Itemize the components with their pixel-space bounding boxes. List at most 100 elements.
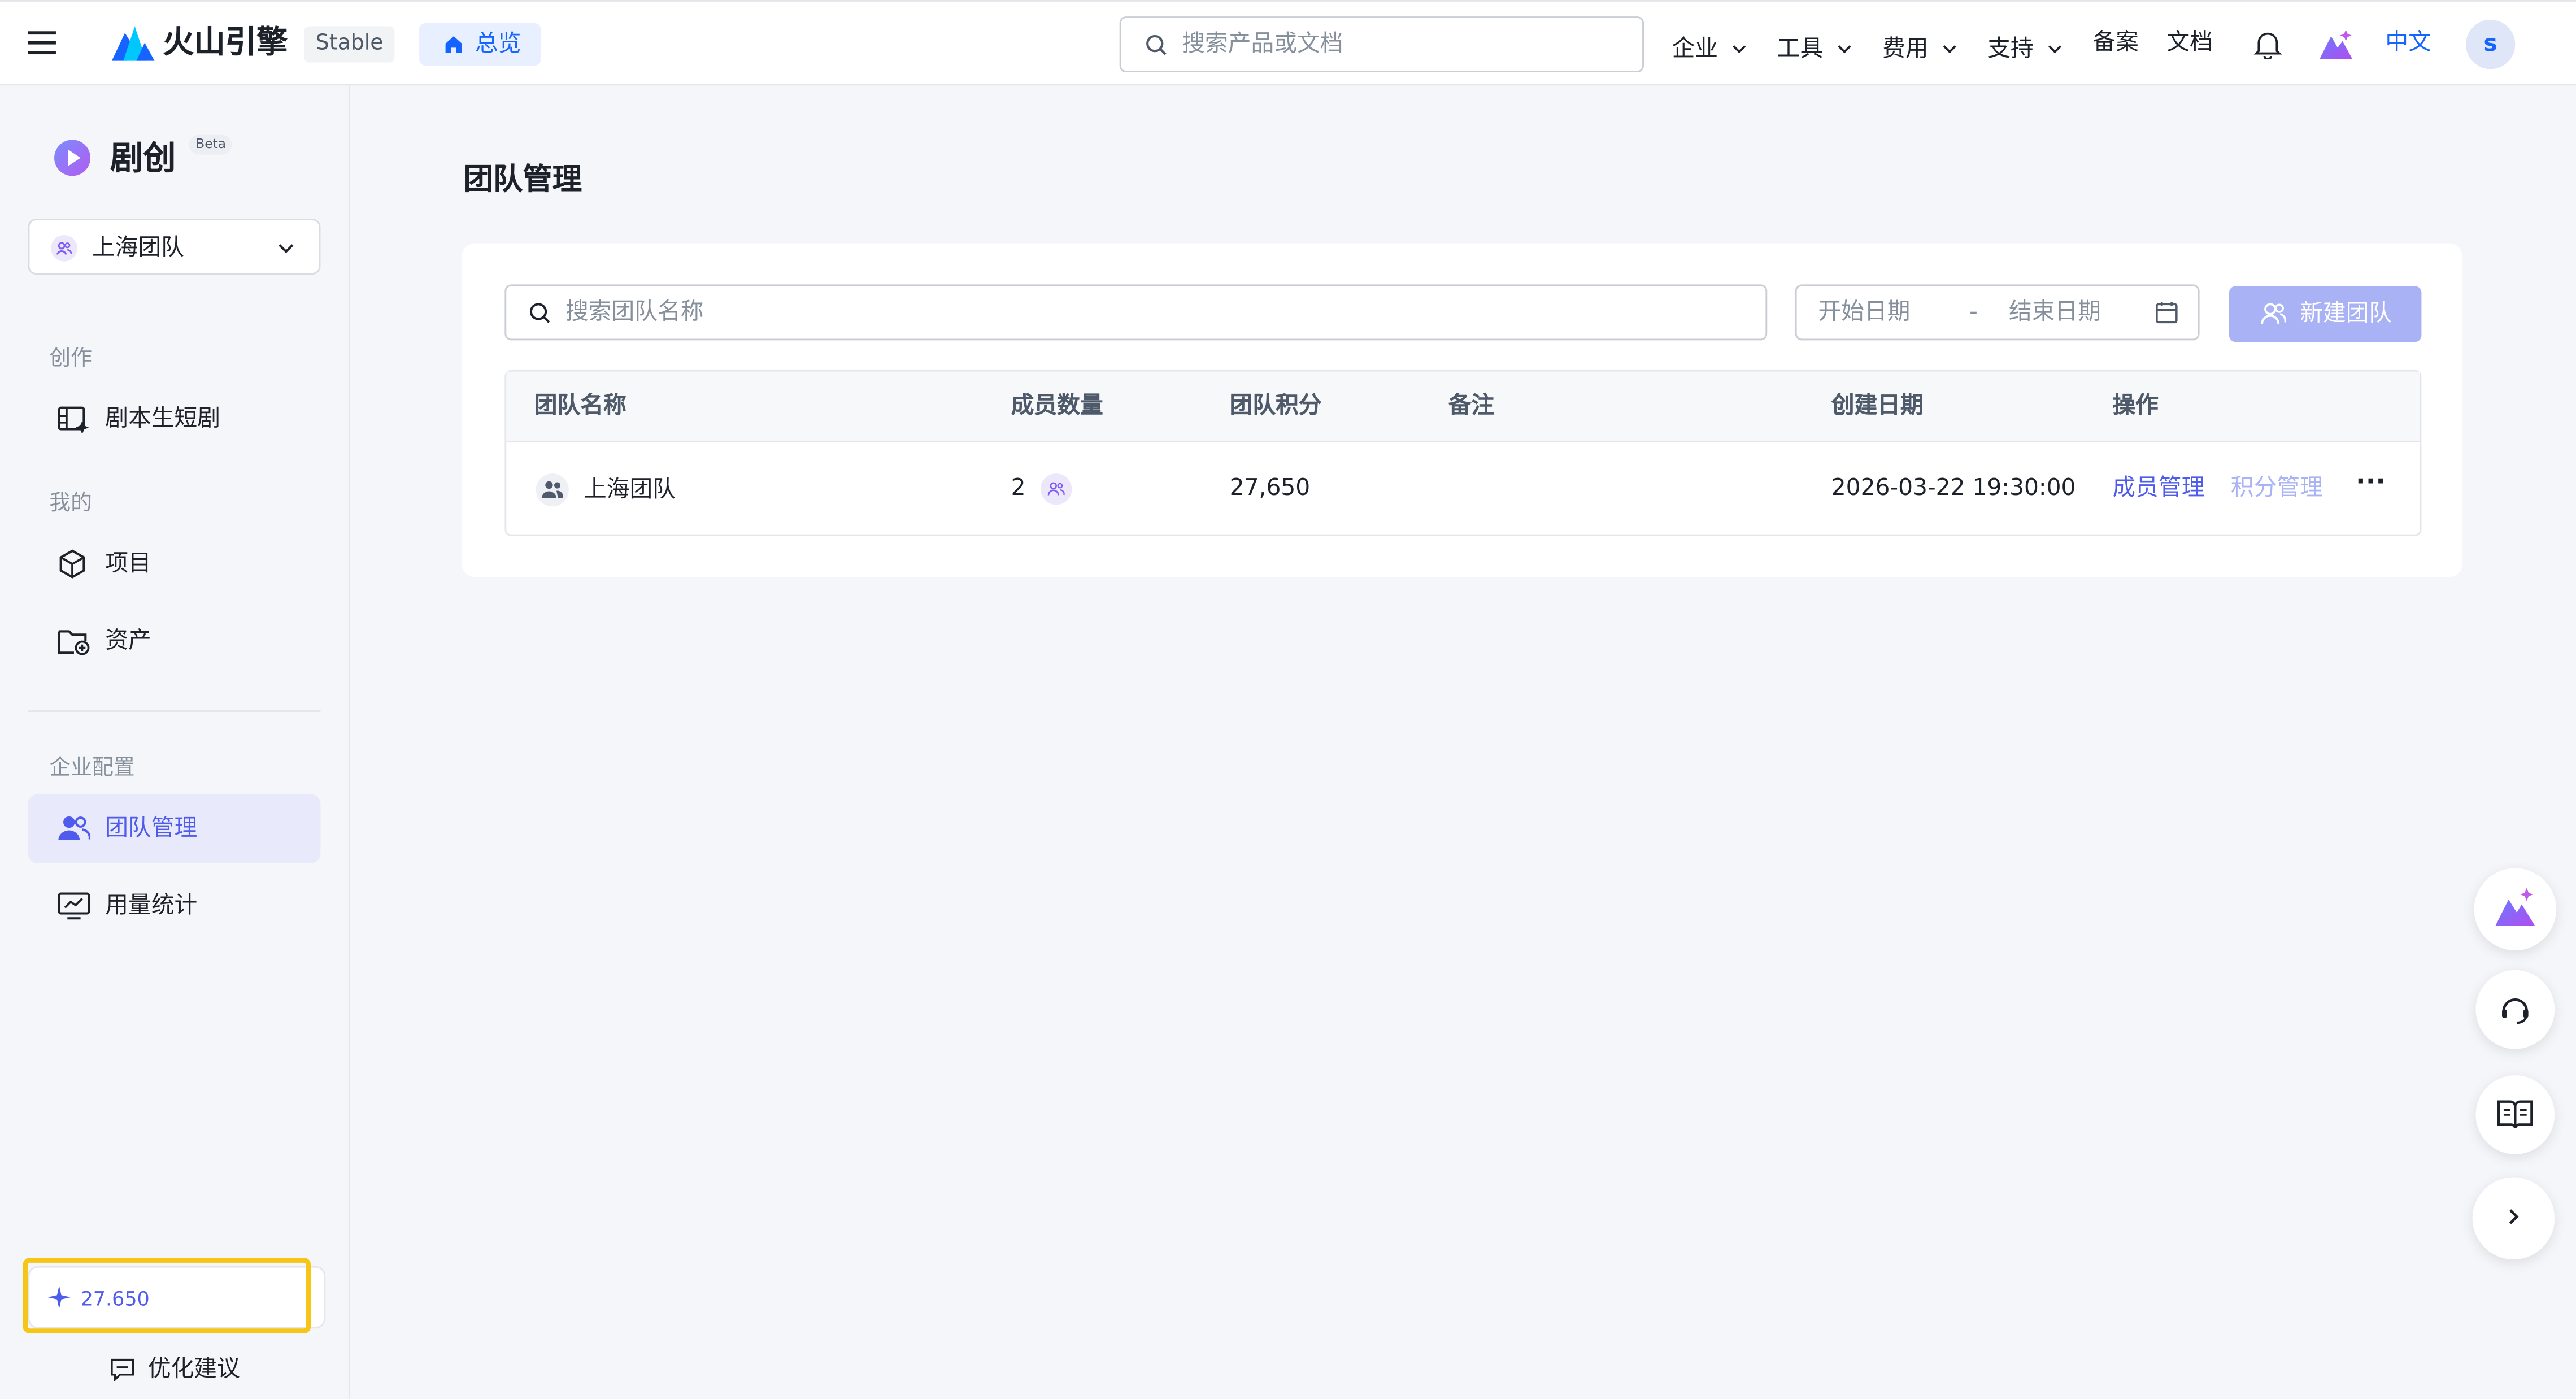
sidebar-item-label: 资产 bbox=[105, 628, 151, 655]
sidebar-item-team-management[interactable]: 团队管理 bbox=[28, 794, 321, 863]
team-users-icon bbox=[58, 814, 91, 843]
member-management-link[interactable]: 成员管理 bbox=[2112, 477, 2204, 500]
team-avatar bbox=[51, 235, 77, 262]
nav-enterprise[interactable]: 企业 bbox=[1672, 31, 1747, 62]
sidebar-item-projects[interactable]: 项目 bbox=[28, 533, 320, 596]
chevron-down-icon bbox=[2047, 40, 2063, 57]
overview-button[interactable]: 总览 bbox=[419, 23, 541, 66]
sidebar-item-script-to-drama[interactable]: 剧本生短剧 bbox=[28, 388, 320, 451]
nav-tools-label: 工具 bbox=[1777, 36, 1824, 63]
nav-support[interactable]: 支持 bbox=[1987, 31, 2063, 62]
team-table: 团队名称 成员数量 团队积分 备注 创建日期 操作 上海团队 2 27,650 … bbox=[504, 370, 2422, 536]
team-row-avatar bbox=[536, 473, 569, 507]
float-support-button[interactable] bbox=[2475, 970, 2555, 1049]
feedback-label: 优化建议 bbox=[147, 1356, 240, 1383]
nav-docs[interactable]: 文档 bbox=[2166, 31, 2212, 54]
headset-icon bbox=[2499, 993, 2531, 1026]
created-date-cell: 2026-03-22 19:30:00 bbox=[1831, 475, 2076, 502]
chevron-right-icon bbox=[2504, 1207, 2523, 1227]
sidebar-item-usage-stats[interactable]: 用量统计 bbox=[28, 875, 320, 937]
nav-filing[interactable]: 备案 bbox=[2092, 31, 2138, 54]
chevron-down-icon bbox=[1731, 40, 1748, 57]
float-docs-button[interactable] bbox=[2475, 1075, 2555, 1154]
chevron-down-icon bbox=[1942, 40, 1958, 57]
nav-enterprise-label: 企业 bbox=[1672, 36, 1718, 63]
nav-tools[interactable]: 工具 bbox=[1777, 31, 1853, 62]
table-row: 上海团队 2 27,650 2026-03-22 19:30:00 成员管理 积… bbox=[506, 442, 2420, 535]
start-date-placeholder[interactable]: 开始日期 bbox=[1818, 301, 1910, 324]
monitor-chart-icon bbox=[58, 891, 90, 920]
column-header-name: 团队名称 bbox=[534, 393, 626, 420]
sidebar-item-label: 项目 bbox=[105, 550, 151, 577]
sidebar: 剧创 Beta 上海团队 创作 剧本生短剧 我的 项目 资产 企业配置 团队管理… bbox=[0, 85, 350, 1399]
nav-billing[interactable]: 费用 bbox=[1882, 31, 1958, 62]
feedback-icon bbox=[110, 1358, 135, 1381]
section-enterprise: 企业配置 bbox=[49, 756, 135, 781]
end-date-placeholder[interactable]: 结束日期 bbox=[2009, 301, 2101, 324]
column-header-note: 备注 bbox=[1448, 393, 1495, 420]
sidebar-item-label: 剧本生短剧 bbox=[105, 406, 220, 433]
section-create: 创作 bbox=[49, 347, 93, 372]
home-icon bbox=[444, 34, 464, 54]
ai-assistant-icon[interactable] bbox=[2318, 27, 2354, 63]
sidebar-item-label: 用量统计 bbox=[105, 893, 198, 919]
folder-plus-icon bbox=[58, 627, 90, 656]
cube-icon bbox=[58, 549, 87, 579]
global-search-input[interactable]: 搜索产品或文档 bbox=[1119, 16, 1644, 73]
film-icon bbox=[58, 405, 90, 435]
beta-badge: Beta bbox=[189, 134, 233, 155]
team-select-value: 上海团队 bbox=[92, 235, 184, 262]
volcengine-logo-icon[interactable] bbox=[111, 23, 155, 63]
team-card: 搜索团队名称 开始日期 - 结束日期 新建团队 团队名称 成员数量 团队积分 备… bbox=[462, 243, 2463, 577]
team-search-input[interactable]: 搜索团队名称 bbox=[504, 284, 1768, 341]
language-switch[interactable]: 中文 bbox=[2385, 31, 2431, 54]
book-icon bbox=[2497, 1098, 2533, 1131]
team-search-placeholder: 搜索团队名称 bbox=[565, 299, 704, 326]
float-expand-button[interactable] bbox=[2472, 1177, 2555, 1260]
chevron-down-icon bbox=[276, 238, 296, 258]
sidebar-item-assets[interactable]: 资产 bbox=[28, 610, 320, 673]
user-avatar[interactable]: s bbox=[2466, 19, 2516, 69]
app-logo-icon bbox=[53, 138, 92, 177]
date-range-picker[interactable]: 开始日期 - 结束日期 bbox=[1795, 284, 2200, 341]
column-header-members: 成员数量 bbox=[1011, 393, 1103, 420]
users-icon bbox=[1047, 482, 1065, 496]
page-title: 团队管理 bbox=[463, 163, 582, 198]
column-header-points: 团队积分 bbox=[1229, 393, 1322, 420]
chevron-down-icon bbox=[1837, 40, 1853, 57]
users-icon bbox=[56, 242, 72, 255]
column-header-created: 创建日期 bbox=[1831, 393, 1924, 420]
app-name: 剧创 bbox=[110, 138, 176, 178]
calendar-icon bbox=[2155, 301, 2178, 324]
more-actions-button[interactable]: ··· bbox=[2356, 468, 2386, 495]
users-icon bbox=[541, 481, 564, 498]
table-header: 团队名称 成员数量 团队积分 备注 创建日期 操作 bbox=[506, 371, 2420, 442]
hamburger-menu-icon[interactable] bbox=[27, 29, 59, 56]
ai-assistant-icon bbox=[2494, 886, 2536, 929]
points-management-link[interactable]: 积分管理 bbox=[2231, 477, 2323, 500]
env-badge: Stable bbox=[304, 26, 395, 63]
top-bar: 火山引擎 Stable 总览 搜索产品或文档 企业 工具 费用 支持 备案 文档… bbox=[0, 0, 2576, 86]
sidebar-divider bbox=[28, 710, 321, 712]
nav-billing-label: 费用 bbox=[1882, 36, 1929, 63]
points-cell: 27,650 bbox=[1229, 475, 1311, 502]
brand-name[interactable]: 火山引擎 bbox=[163, 27, 288, 59]
team-name-cell: 上海团队 bbox=[584, 476, 676, 503]
bell-icon[interactable] bbox=[2253, 29, 2282, 59]
member-count-cell: 2 bbox=[1011, 475, 1026, 502]
member-count-badge bbox=[1041, 473, 1072, 505]
float-ai-assistant-button[interactable] bbox=[2474, 868, 2557, 950]
add-users-icon bbox=[2260, 302, 2287, 325]
team-select[interactable]: 上海团队 bbox=[28, 219, 321, 275]
search-icon bbox=[1146, 34, 1167, 56]
nav-support-label: 支持 bbox=[1987, 36, 2034, 63]
sidebar-item-label: 团队管理 bbox=[105, 815, 198, 842]
new-team-button[interactable]: 新建团队 bbox=[2229, 286, 2422, 342]
highlight-box bbox=[23, 1258, 311, 1334]
overview-label: 总览 bbox=[475, 31, 521, 58]
new-team-label: 新建团队 bbox=[2300, 301, 2392, 328]
section-mine: 我的 bbox=[49, 492, 93, 516]
global-search-placeholder: 搜索产品或文档 bbox=[1182, 31, 1343, 58]
search-icon bbox=[529, 302, 551, 324]
date-separator: - bbox=[1969, 299, 1978, 326]
